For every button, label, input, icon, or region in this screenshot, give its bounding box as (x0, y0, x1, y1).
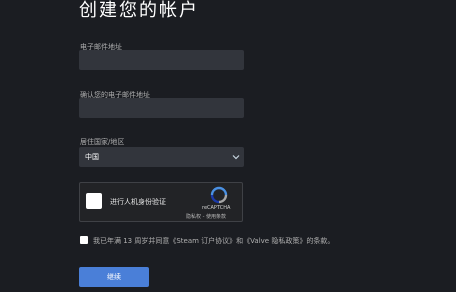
agreement-text: 我已年满 13 周岁并同意《Steam 订户协议》和《Valve 隐私政策》的条… (93, 237, 335, 245)
chevron-down-icon (232, 155, 240, 160)
recaptcha-checkbox[interactable] (86, 193, 102, 209)
country-select[interactable]: 中国 (79, 147, 244, 167)
continue-button[interactable]: 继续 (79, 267, 149, 287)
agreement-checkbox[interactable] (80, 236, 88, 244)
country-select-value: 中国 (85, 153, 99, 161)
country-label: 居住国家/地区 (80, 138, 125, 146)
recaptcha-logo-icon (210, 186, 228, 204)
recaptcha-privacy-terms-links[interactable]: 隐私权 - 使用条款 (186, 213, 226, 220)
recaptcha-brand: reCAPTCHA (202, 205, 231, 211)
confirm-email-field[interactable] (79, 98, 244, 118)
create-account-page: 创建您的帐户 电子邮件地址 确认您的电子邮件地址 居住国家/地区 中国 进行人机… (0, 0, 456, 292)
recaptcha-widget: 进行人机身份验证 reCAPTCHA 隐私权 - 使用条款 (79, 182, 243, 222)
page-title: 创建您的帐户 (79, 0, 199, 21)
recaptcha-label: 进行人机身份验证 (110, 198, 166, 206)
email-field[interactable] (79, 50, 244, 70)
